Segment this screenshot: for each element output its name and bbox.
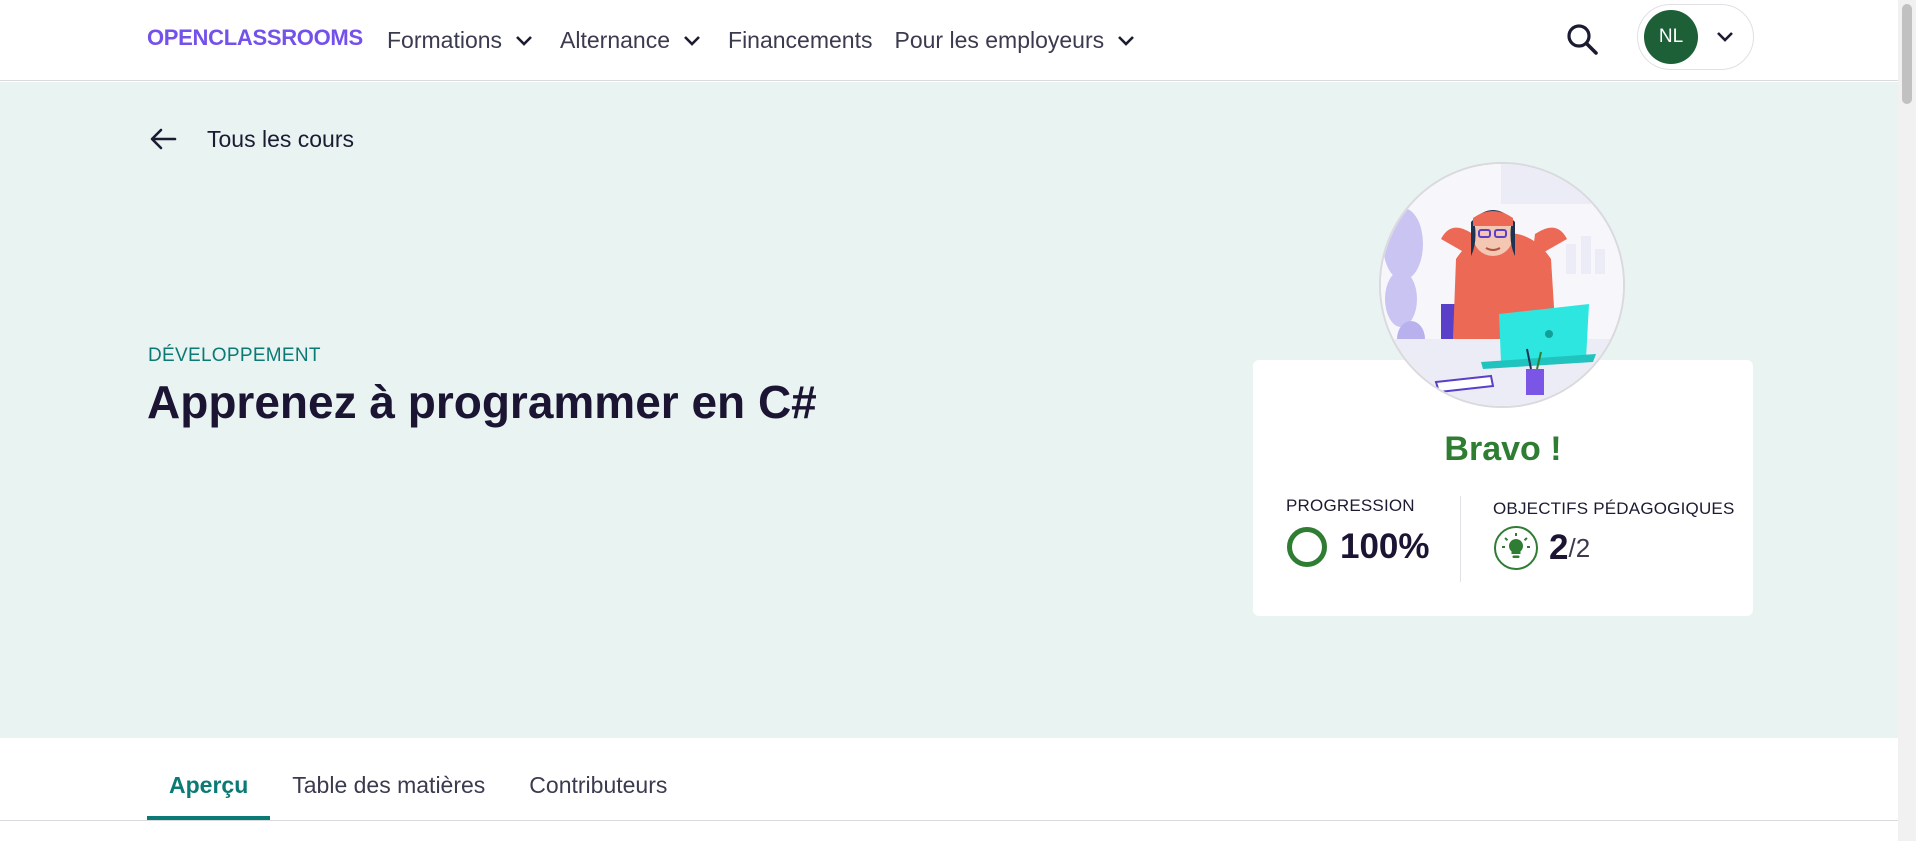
nav-formations[interactable]: Formations — [387, 0, 538, 81]
nav-financements-label: Financements — [728, 27, 873, 53]
lightbulb-icon — [1494, 526, 1538, 570]
progression-label: PROGRESSION — [1286, 496, 1415, 515]
congrats-text: Bravo ! — [1444, 430, 1562, 468]
chevron-down-icon — [678, 27, 706, 55]
objectives-label: OBJECTIFS PÉDAGOGIQUES — [1493, 499, 1735, 518]
back-to-courses-link[interactable]: Tous les cours — [148, 124, 354, 154]
tab-apercu[interactable]: Aperçu — [147, 762, 271, 820]
tabs-divider — [0, 820, 1898, 821]
objectives-done: 2 — [1549, 528, 1569, 567]
nav-alternance[interactable]: Alternance — [560, 0, 706, 81]
search-icon — [1567, 24, 1598, 55]
scrollbar-thumb[interactable] — [1902, 4, 1912, 104]
course-tabs: Aperçu Table des matières Contributeurs — [147, 762, 689, 820]
course-category: DÉVELOPPEMENT — [148, 345, 321, 366]
avatar: NL — [1644, 10, 1698, 64]
nav-alternance-label: Alternance — [560, 27, 671, 53]
chevron-down-icon — [1716, 31, 1734, 43]
tab-contributeurs[interactable]: Contributeurs — [507, 762, 689, 820]
top-header: OPENCLASSROOMS Formations Alternance Fin… — [0, 0, 1898, 81]
progression-value: 100% — [1340, 527, 1430, 566]
course-illustration — [1379, 162, 1625, 408]
card-divider — [1460, 496, 1461, 582]
nav-employeurs-label: Pour les employeurs — [894, 27, 1105, 53]
progression-block: PROGRESSION 100% — [1286, 496, 1430, 568]
nav-pour-les-employeurs[interactable]: Pour les employeurs — [894, 0, 1140, 81]
nav-formations-label: Formations — [387, 27, 503, 53]
search-button[interactable] — [1560, 17, 1604, 61]
openclassrooms-logo[interactable]: OPENCLASSROOMS — [147, 25, 363, 50]
tab-table-des-matieres[interactable]: Table des matières — [270, 762, 507, 820]
progress-ring-icon — [1287, 527, 1327, 567]
chevron-down-icon — [510, 27, 538, 55]
objectives-block: OBJECTIFS PÉDAGOGIQUES 2 /2 — [1493, 499, 1735, 571]
page-scrollbar[interactable] — [1898, 0, 1916, 841]
user-menu-button[interactable]: NL — [1637, 4, 1754, 70]
chevron-down-icon — [1112, 27, 1140, 55]
nav-financements[interactable]: Financements — [728, 0, 872, 81]
page-title: Apprenez à programmer en C# — [147, 376, 817, 428]
arrow-left-icon — [148, 124, 178, 154]
main-nav: Formations Alternance Financements Pour … — [387, 0, 1162, 81]
back-link-label: Tous les cours — [207, 125, 355, 152]
objectives-total: /2 — [1568, 532, 1591, 563]
